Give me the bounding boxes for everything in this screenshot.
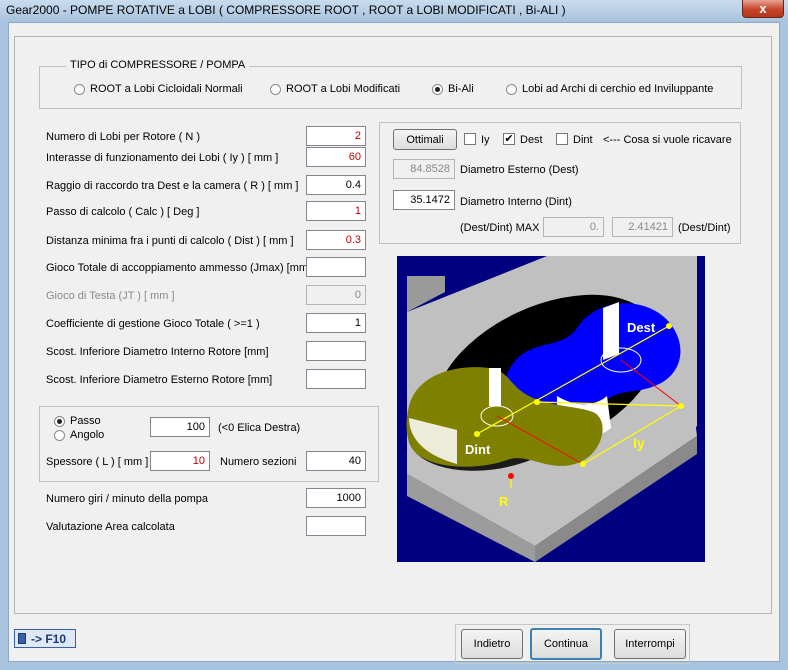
param-label-8: Coefficiente di gestione Gioco Totale ( …	[46, 318, 260, 330]
passo-radio[interactable]	[54, 416, 65, 427]
iy-point-left	[580, 461, 586, 467]
passo-field[interactable]: 100	[150, 417, 210, 437]
check-1[interactable]	[464, 133, 476, 145]
stop-button[interactable]: Interrompi	[614, 629, 686, 659]
sezioni-field[interactable]: 40	[306, 451, 366, 471]
tipo-radio-2[interactable]	[270, 84, 281, 95]
spessore-label: Spessore ( L ) [ mm ]	[46, 456, 149, 468]
iy-point-right	[678, 403, 684, 409]
tipo-radio-4[interactable]	[506, 84, 517, 95]
dint-field[interactable]: 35.1472	[393, 190, 455, 210]
area-field[interactable]	[306, 516, 366, 536]
back-button[interactable]: Indietro	[461, 629, 523, 659]
check-2[interactable]: ✔	[503, 133, 515, 145]
param-label-10: Scost. Inferiore Diametro Esterno Rotore…	[46, 374, 273, 386]
param-label-4: Passo di calcolo ( Calc ) [ Deg ]	[46, 206, 200, 218]
dest-field[interactable]: 84.8528	[393, 159, 455, 179]
param-field-8[interactable]: 1	[306, 313, 366, 333]
ratio-label: (Dest/Dint) MAX	[460, 222, 540, 234]
check-label-2: Dest	[520, 134, 543, 146]
dest-point	[666, 323, 672, 329]
rotor-olive-stripes	[489, 368, 501, 406]
close-button[interactable]: x	[742, 0, 784, 18]
param-label-2: Interasse di funzionamento dei Lobi ( Iy…	[46, 152, 279, 164]
pump-diagram: Dest Dint Iy R	[397, 256, 705, 562]
angolo-radio[interactable]	[54, 430, 65, 441]
dint-label-text: Dint	[465, 442, 491, 457]
param-label-3: Raggio di raccordo tra Dest e la camera …	[46, 180, 299, 192]
tipo-radio-3[interactable]	[432, 84, 443, 95]
param-field-3[interactable]: 0.4	[306, 175, 366, 195]
tipo-option-label-3: Bi-Ali	[448, 83, 474, 95]
rotor-blue-stripes	[603, 302, 619, 360]
tipo-group-label: TIPO di COMPRESSORE / POMPA	[66, 59, 250, 71]
param-label-7: Gioco di Testa (JT ) [ mm ]	[46, 290, 175, 302]
center-point-a	[534, 399, 540, 405]
param-field-6[interactable]	[306, 257, 366, 277]
passo-note: (<0 Elica Destra)	[218, 422, 301, 434]
param-field-4[interactable]: 1	[306, 201, 366, 221]
ottimali-button[interactable]: Ottimali	[393, 129, 457, 150]
calculator-shortcut[interactable]: -> F10	[14, 629, 76, 648]
param-label-5: Distanza minima fra i punti di calcolo (…	[46, 235, 294, 247]
giri-label: Numero giri / minuto della pompa	[46, 493, 209, 505]
area-label: Valutazione Area calcolata	[46, 521, 175, 533]
calculator-shortcut-label: -> F10	[31, 632, 67, 646]
continue-button[interactable]: Continua	[530, 628, 602, 660]
dest-label: Diametro Esterno (Dest)	[460, 164, 579, 176]
sezioni-label: Numero sezioni	[220, 456, 297, 468]
calculator-icon	[18, 633, 26, 644]
r-point	[508, 473, 514, 479]
window-title: Gear2000 - POMPE ROTATIVE a LOBI ( COMPR…	[6, 3, 566, 17]
tipo-option-label-1: ROOT a Lobi Cicloidali Normali	[90, 83, 243, 95]
dint-point	[474, 431, 480, 437]
passo-label: Passo	[70, 415, 101, 427]
tipo-option-label-2: ROOT a Lobi Modificati	[286, 83, 401, 95]
param-field-9[interactable]	[306, 341, 366, 361]
param-field-5[interactable]: 0.3	[306, 230, 366, 250]
ratio-unit: (Dest/Dint)	[678, 222, 731, 234]
param-label-1: Numero di Lobi per Rotore ( N )	[46, 131, 201, 143]
dest-label-text: Dest	[627, 320, 656, 335]
title-bar[interactable]: Gear2000 - POMPE ROTATIVE a LOBI ( COMPR…	[0, 0, 788, 22]
ratio-max-field[interactable]: 0.	[543, 217, 604, 237]
param-field-1[interactable]: 2	[306, 126, 366, 146]
angolo-label: Angolo	[70, 429, 105, 441]
param-field-2[interactable]: 60	[306, 147, 366, 167]
giri-field[interactable]: 1000	[306, 488, 366, 508]
r-label-text: R	[499, 494, 509, 509]
param-field-7[interactable]: 0	[306, 285, 366, 305]
check-label-3: Dint	[573, 134, 593, 146]
check-3[interactable]	[556, 133, 568, 145]
iy-label-text: Iy	[633, 435, 645, 451]
param-label-6: Gioco Totale di accoppiamento ammesso (J…	[46, 262, 312, 274]
tipo-option-label-4: Lobi ad Archi di cerchio ed Inviluppante	[522, 83, 714, 95]
ratio-field[interactable]: 2.41421	[612, 217, 673, 237]
check-label-1: Iy	[481, 134, 490, 146]
dint-label: Diametro Interno (Dint)	[460, 196, 572, 208]
ottimali-hint: <--- Cosa si vuole ricavare	[603, 134, 732, 146]
param-field-10[interactable]	[306, 369, 366, 389]
tipo-radio-1[interactable]	[74, 84, 85, 95]
spessore-field[interactable]: 10	[150, 451, 210, 471]
param-label-9: Scost. Inferiore Diametro Interno Rotore…	[46, 346, 269, 358]
